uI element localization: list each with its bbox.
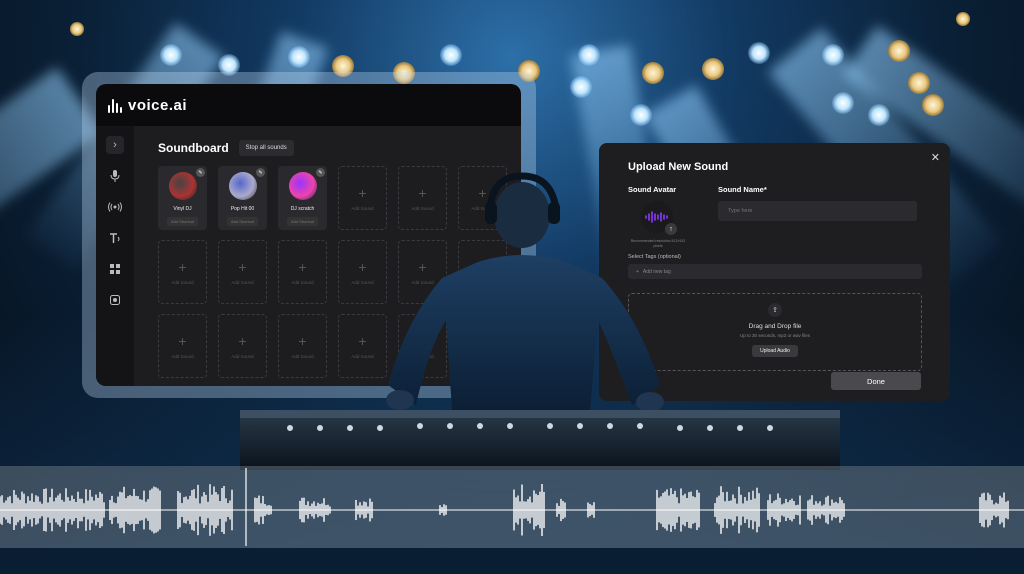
stage-light [868, 104, 890, 126]
stage-light [642, 62, 664, 84]
edit-icon[interactable]: ✎ [196, 168, 205, 177]
close-icon[interactable]: ✕ [931, 151, 940, 164]
voice-ai-logo-icon [108, 97, 122, 113]
stage-light [832, 92, 854, 114]
stage-light [288, 46, 310, 68]
dj-performer-image [240, 172, 840, 470]
stage-light [748, 42, 770, 64]
broadcast-icon[interactable] [106, 198, 124, 216]
chevron-right-icon[interactable]: › [106, 136, 124, 154]
stage-light [70, 22, 84, 36]
sound-avatar [168, 172, 197, 200]
stage-light [956, 12, 970, 26]
stage-light [160, 44, 182, 66]
soundboard-title: Soundboard [158, 141, 229, 155]
microphone-icon[interactable] [106, 167, 124, 185]
add-shortcut-button[interactable]: Add Shortcut [166, 217, 199, 226]
stage-light [702, 58, 724, 80]
stage-light [578, 44, 600, 66]
text-to-speech-icon[interactable] [106, 229, 124, 247]
plus-icon: + [178, 332, 187, 349]
stage-light [888, 40, 910, 62]
concert-stage-background: voice.ai › Soundboard Stop all sounds ✎ … [0, 0, 1024, 574]
stage-light [922, 94, 944, 116]
stage-light [440, 44, 462, 66]
soundboard-icon[interactable] [106, 291, 124, 309]
add-sound-slot[interactable]: + Add Sound [158, 240, 207, 304]
sound-label: Vinyl DJ [173, 206, 192, 212]
app-header: voice.ai [96, 84, 521, 126]
plus-icon: + [178, 258, 187, 275]
stop-all-sounds-button[interactable]: Stop all sounds [238, 140, 294, 156]
brand-name: voice.ai [128, 96, 188, 114]
app-sidebar: › [96, 126, 134, 386]
done-button[interactable]: Done [831, 372, 921, 390]
add-sound-label: Add Sound [171, 353, 194, 359]
sound-tile[interactable]: ✎ Vinyl DJ Add Shortcut [158, 166, 207, 230]
add-sound-label: Add Sound [171, 279, 194, 285]
stage-light [822, 44, 844, 66]
audio-waveform [0, 468, 1024, 546]
apps-grid-icon[interactable] [106, 260, 124, 278]
stage-light [908, 72, 930, 94]
bottom-strip [0, 548, 1024, 574]
stage-light [570, 76, 592, 98]
add-sound-slot[interactable]: + Add Sound [158, 314, 207, 378]
stage-light [630, 104, 652, 126]
